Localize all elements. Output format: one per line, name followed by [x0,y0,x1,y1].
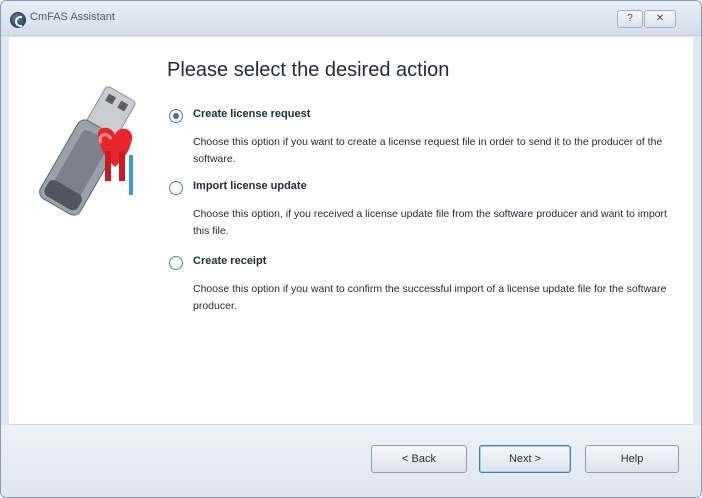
help-title-button[interactable]: ? [617,10,643,28]
close-button[interactable]: ✕ [644,10,676,28]
option-description: Choose this option if you want to confir… [193,283,667,312]
codemeter-app-icon [10,12,26,28]
back-button[interactable]: < Back [371,445,467,473]
option-description: Choose this option, if you received a li… [193,208,667,237]
assistant-window: CmFAS Assistant ? ✕ Please select the de… [0,0,702,498]
radio-import-license-update[interactable] [169,181,183,195]
option-label[interactable]: Create receipt [193,255,266,267]
help-button[interactable]: Help [585,445,679,473]
usb-license-dongle-icon [39,86,136,216]
radio-create-license-request[interactable] [169,109,183,123]
next-button[interactable]: Next > [479,445,571,473]
option-label[interactable]: Create license request [193,108,310,120]
page-heading: Please select the desired action [167,59,450,81]
option-label[interactable]: Import license update [193,180,307,192]
window-title: CmFAS Assistant [30,11,115,23]
option-description: Choose this option if you want to create… [193,136,663,165]
button-bar: < Back Next > Help [1,425,701,497]
radio-create-receipt[interactable] [169,256,183,270]
title-bar: CmFAS Assistant ? ✕ [1,1,701,36]
content-panel: Please select the desired action Create … [9,37,693,425]
